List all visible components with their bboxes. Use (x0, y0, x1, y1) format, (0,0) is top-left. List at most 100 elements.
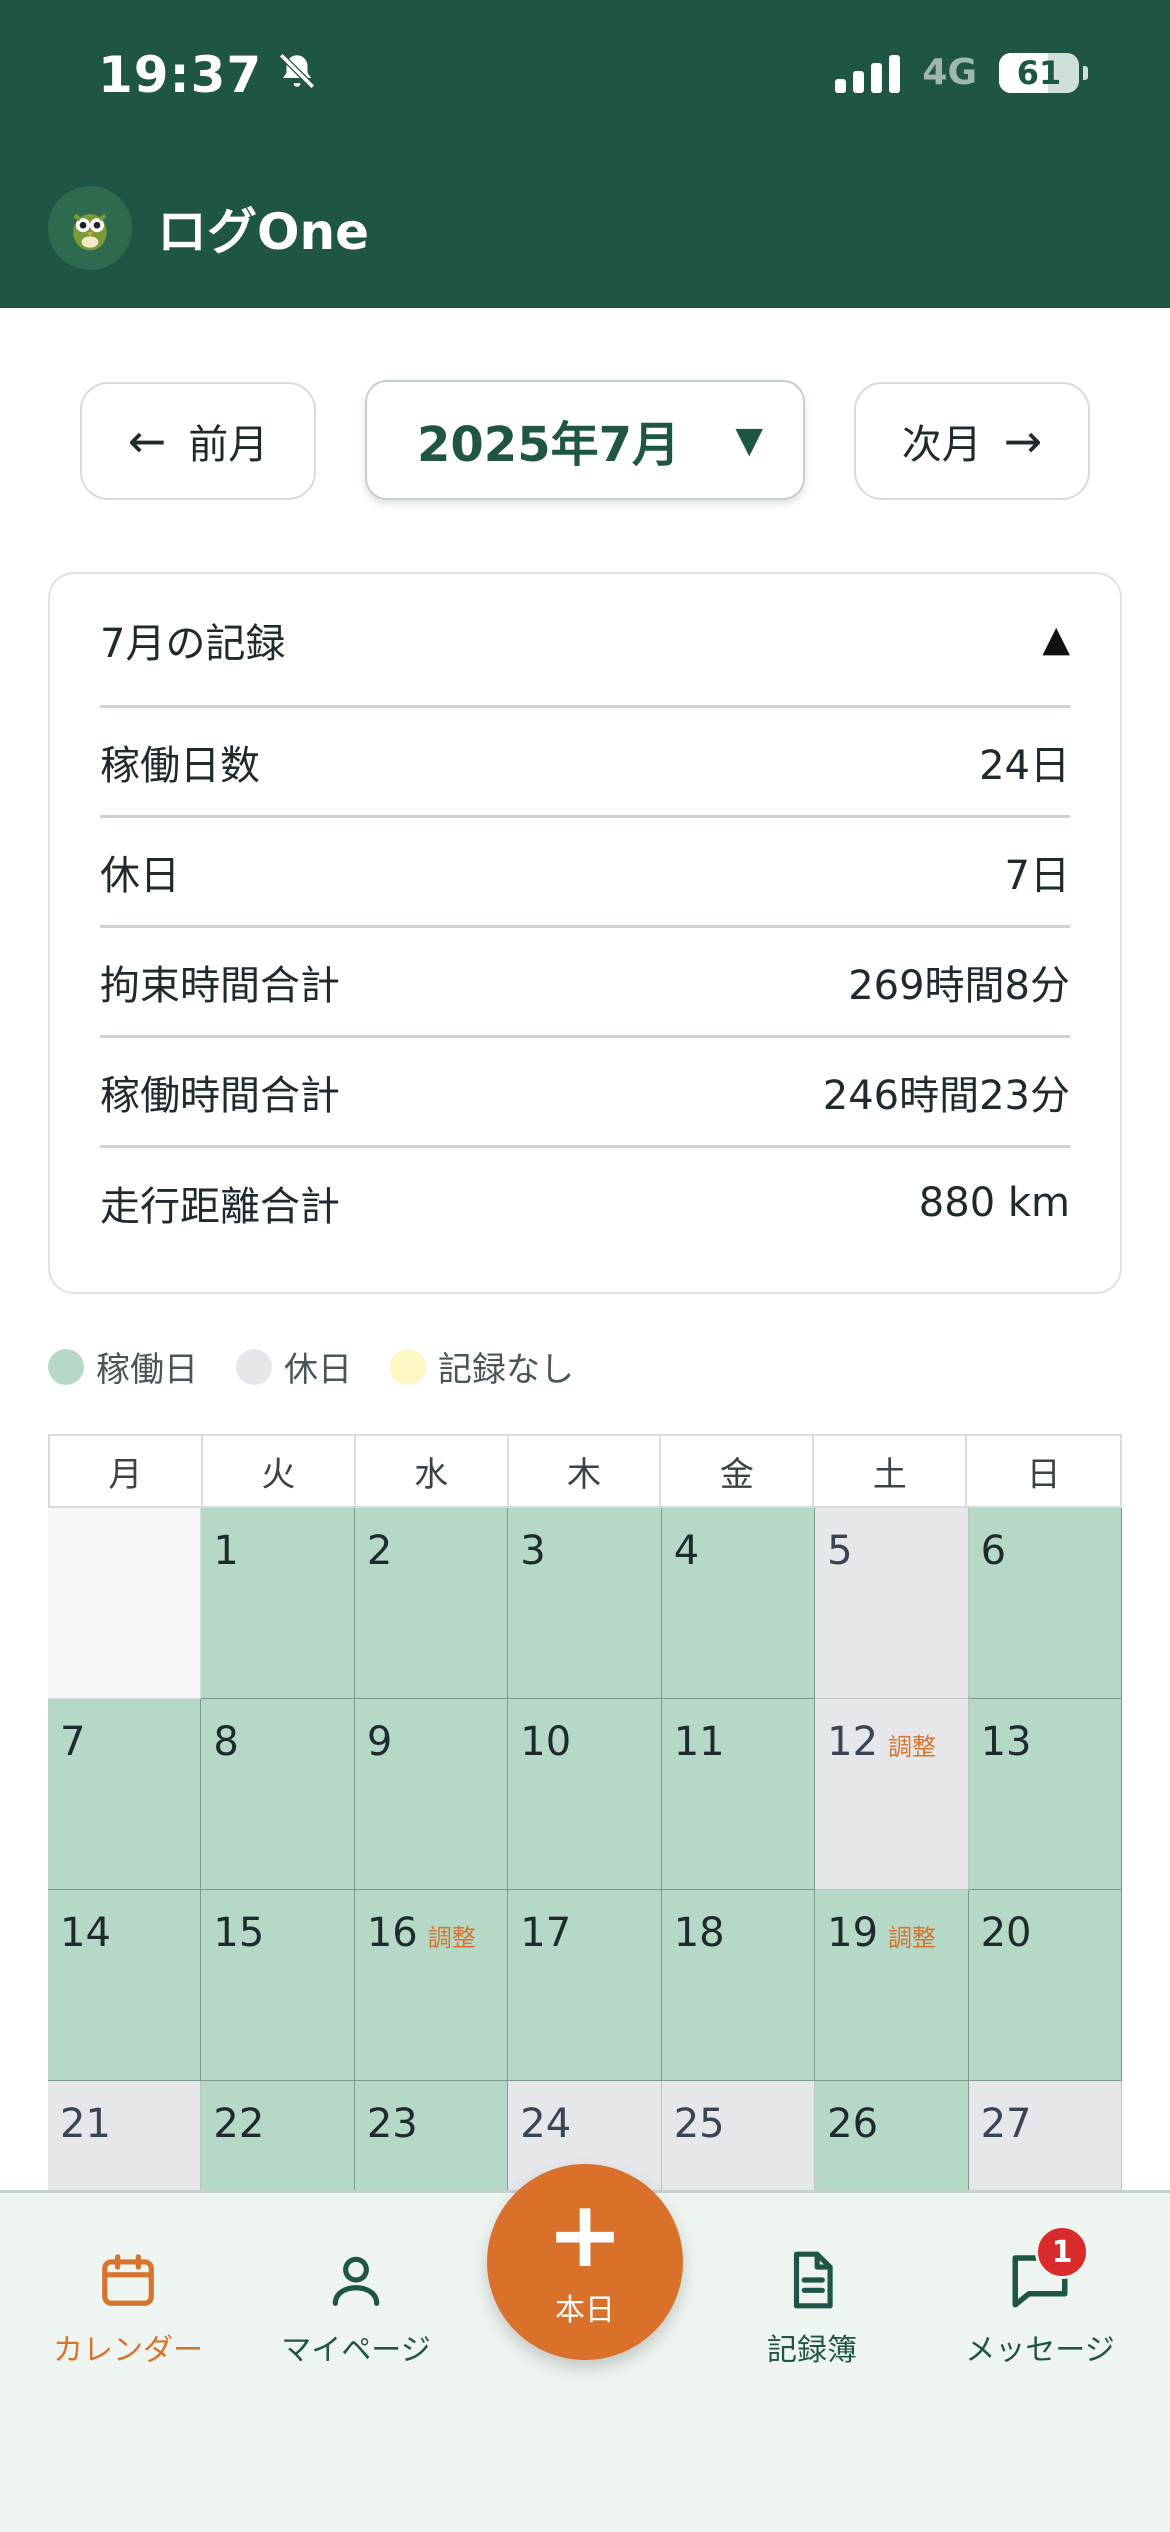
day-number: 25 (673, 2101, 725, 2147)
calendar-icon (95, 2247, 161, 2313)
day-number: 20 (980, 1910, 1032, 1956)
calendar-day-15[interactable]: 15 (201, 1890, 355, 2081)
day-number: 16 (366, 1910, 418, 1956)
summary-value: 880 km (918, 1180, 1070, 1226)
calendar-day-12[interactable]: 12 調整 (815, 1699, 969, 1890)
month-dropdown[interactable]: 2025年7月 ▼ (365, 380, 805, 500)
adjust-tag: 調整 (427, 1924, 476, 1952)
weekday-sat: 土 (814, 1436, 968, 1506)
day-number: 27 (980, 2101, 1032, 2147)
calendar-day-2[interactable]: 2 (354, 1508, 509, 1699)
battery-percent: 61 (1016, 53, 1062, 92)
day-number: 23 (366, 2101, 418, 2147)
legend-item-no-record: 記録なし (390, 1342, 574, 1391)
day-number: 9 (366, 1719, 393, 1765)
unread-badge: 1 (1035, 2225, 1089, 2279)
calendar-day-11[interactable]: 11 (661, 1699, 816, 1890)
calendar-day-7[interactable]: 7 (48, 1699, 202, 1890)
summary-title: 7月の記録 (100, 620, 286, 667)
battery-icon: 61 (999, 52, 1079, 93)
tab-messages[interactable]: 1 メッセージ (930, 2225, 1150, 2369)
summary-row-work-time: 稼働時間合計 246時間23分 (100, 1038, 1070, 1148)
calendar-day-5[interactable]: 5 (815, 1508, 969, 1699)
today-label: 本日 (555, 2293, 615, 2328)
collapse-toggle-icon[interactable]: ▲ (1042, 619, 1070, 660)
network-type: 4G (922, 52, 977, 93)
day-number: 7 (60, 1719, 86, 1765)
calendar-day-9[interactable]: 9 (354, 1699, 509, 1890)
tab-mypage[interactable]: マイページ (246, 2247, 466, 2369)
person-icon (323, 2247, 389, 2313)
calendar-day-13[interactable]: 13 (968, 1699, 1122, 1890)
calendar-day-27[interactable]: 27 (968, 2081, 1122, 2194)
calendar-day-23[interactable]: 23 (354, 2081, 509, 2194)
status-indicators: 4G 61 (835, 52, 1088, 93)
calendar-day-3[interactable]: 3 (508, 1508, 662, 1699)
weekday-mon: 月 (50, 1436, 203, 1506)
day-number: 21 (60, 2101, 111, 2147)
summary-header[interactable]: 7月の記録 ▲ (100, 574, 1070, 708)
day-number: 17 (520, 1910, 572, 1956)
calendar-grid: 1 2 3 4 5 6 7 8 9 10 11 12 調整 13 14 15 16 調整 17 18 19 調整 20 21 2… (48, 1508, 1122, 2194)
day-number: 12 (827, 1719, 879, 1765)
calendar-day-4[interactable]: 4 (661, 1508, 816, 1699)
calendar-day-10[interactable]: 10 (508, 1699, 662, 1890)
calendar-day-21[interactable]: 21 (48, 2081, 202, 2194)
calendar-day-16[interactable]: 16 調整 (354, 1890, 509, 2081)
plus-icon: + (546, 2181, 624, 2288)
weekday-tue: 火 (203, 1436, 356, 1506)
tab-calendar[interactable]: カレンダー (18, 2247, 238, 2369)
day-number: 26 (827, 2101, 879, 2147)
summary-row-bound-time: 拘束時間合計 269時間8分 (100, 928, 1070, 1038)
calendar-day-25[interactable]: 25 (661, 2081, 816, 2194)
summary-value: 7日 (1004, 852, 1070, 899)
weekday-header: 月 火 水 木 金 土 日 (48, 1434, 1122, 1508)
adjust-tag: 調整 (888, 1924, 937, 1952)
summary-label: 稼働日数 (100, 742, 260, 789)
calendar-day-26[interactable]: 26 (815, 2081, 969, 2194)
day-number: 24 (520, 2101, 572, 2147)
calendar-day-17[interactable]: 17 (508, 1890, 662, 2081)
summary-label: 稼働時間合計 (100, 1072, 340, 1119)
calendar-day-20[interactable]: 20 (968, 1890, 1122, 2081)
day-number: 22 (213, 2101, 265, 2147)
next-month-button[interactable]: 次月 → (854, 382, 1090, 500)
day-number: 13 (980, 1719, 1032, 1765)
tab-label: メッセージ (965, 2333, 1115, 2368)
next-month-label: 次月 (901, 422, 982, 468)
day-number: 2 (366, 1528, 393, 1574)
tab-logbook[interactable]: 記録簿 (702, 2247, 922, 2369)
arrow-right-icon: → (1003, 414, 1043, 468)
owl-logo-icon (48, 186, 132, 270)
summary-value: 24日 (979, 742, 1070, 789)
calendar-day-18[interactable]: 18 (661, 1890, 816, 2081)
month-calendar: 月 火 水 木 金 土 日 1 2 3 4 5 6 7 8 9 10 11 12 調整 13 14 15 16 調… (48, 1434, 1122, 2194)
summary-value: 246時間23分 (822, 1072, 1070, 1119)
prev-month-button[interactable]: ← 前月 (80, 382, 316, 500)
day-number: 10 (520, 1719, 572, 1765)
bell-muted-icon (276, 46, 318, 104)
calendar-day-1[interactable]: 1 (201, 1508, 355, 1699)
prev-month-label: 前月 (188, 422, 269, 468)
weekday-fri: 金 (661, 1436, 815, 1506)
calendar-day-14[interactable]: 14 (48, 1890, 202, 2081)
adjust-tag: 調整 (888, 1733, 937, 1761)
calendar-day-8[interactable]: 8 (201, 1699, 355, 1890)
legend-swatch (390, 1348, 426, 1385)
legend-item-off: 休日 (236, 1342, 352, 1391)
today-add-button[interactable]: + 本日 (487, 2164, 683, 2360)
day-number: 14 (60, 1910, 111, 1956)
calendar-legend: 稼働日 休日 記録なし (48, 1342, 574, 1391)
tab-label: 記録簿 (767, 2333, 857, 2368)
calendar-day-22[interactable]: 22 (201, 2081, 355, 2194)
day-number: 1 (213, 1528, 239, 1574)
calendar-day-6[interactable]: 6 (968, 1508, 1122, 1699)
summary-label: 休日 (100, 852, 180, 899)
app-header: 19:37 4G 61 ログOne (0, 0, 1170, 308)
document-icon (779, 2247, 845, 2313)
tab-label: カレンダー (53, 2333, 203, 2368)
weekday-wed: 水 (356, 1436, 509, 1506)
calendar-day-19[interactable]: 19 調整 (815, 1890, 969, 2081)
summary-row-work-days: 稼働日数 24日 (100, 708, 1070, 818)
day-number: 4 (673, 1528, 700, 1574)
